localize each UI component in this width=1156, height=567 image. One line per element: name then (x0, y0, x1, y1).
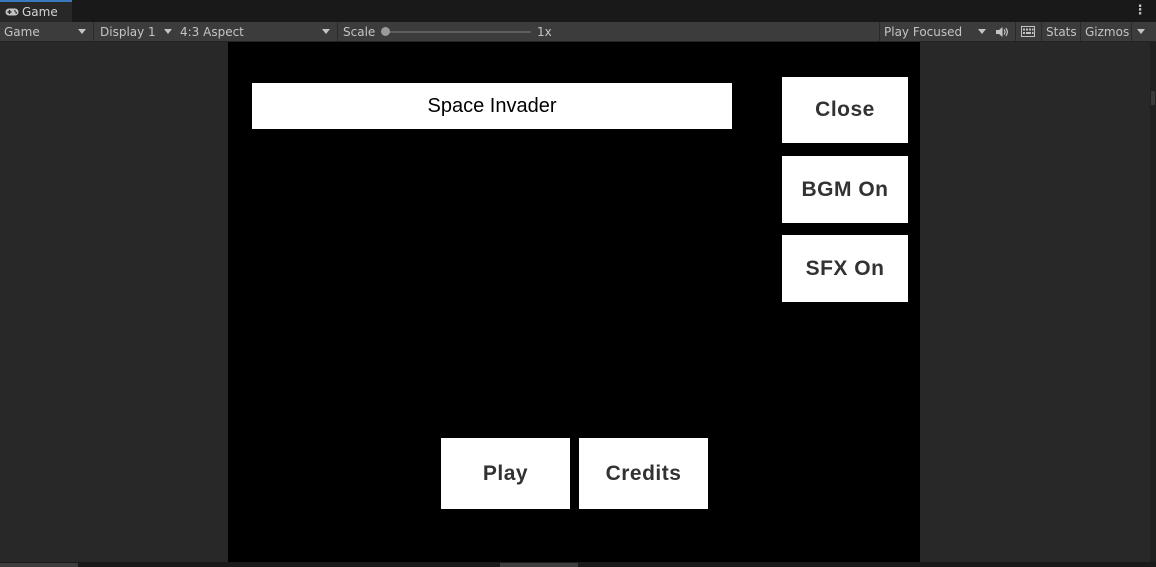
bottom-tab-strip (0, 562, 1156, 567)
game-toolbar: Game Display 1 4:3 Aspect Scale 1x Play … (0, 22, 1156, 42)
chevron-down-icon (78, 29, 86, 34)
tab-label: Game (22, 5, 58, 19)
divider (1080, 22, 1081, 41)
scale-slider-track[interactable] (385, 31, 531, 33)
bottom-tab[interactable] (500, 563, 578, 567)
game-render-area[interactable]: Space Invader Close BGM On SFX On Play C… (228, 42, 920, 562)
bottom-tab[interactable] (0, 563, 78, 567)
stats-toggle[interactable]: Stats (1046, 22, 1077, 41)
scale-slider-thumb[interactable] (381, 27, 390, 36)
gizmos-dropdown[interactable] (1133, 22, 1147, 41)
divider (93, 22, 94, 41)
close-button[interactable]: Close (782, 77, 908, 143)
keyboard-shortcuts-icon[interactable] (1021, 22, 1037, 41)
more-options-icon[interactable]: ⋮ (1134, 2, 1147, 18)
scale-value: 1x (537, 24, 552, 39)
chevron-down-icon (978, 29, 986, 34)
chevron-down-icon (1137, 29, 1145, 34)
scale-label: Scale (343, 24, 376, 39)
mute-audio-icon[interactable] (995, 22, 1011, 41)
divider (1015, 22, 1016, 41)
divider (1131, 22, 1132, 41)
gamepad-icon (5, 7, 19, 17)
play-button[interactable]: Play (441, 438, 570, 509)
scrollbar[interactable] (1150, 42, 1156, 562)
view-mode-label: Game (4, 24, 40, 39)
view-mode-dropdown[interactable]: Game (4, 22, 88, 41)
aspect-dropdown[interactable]: 4:3 Aspect (180, 22, 332, 41)
divider (1041, 22, 1042, 41)
tab-bar: Game ⋮ (0, 0, 1156, 22)
credits-button[interactable]: Credits (579, 438, 708, 509)
game-title: Space Invader (252, 83, 732, 129)
aspect-label: 4:3 Aspect (180, 24, 244, 39)
chevron-down-icon (164, 29, 172, 34)
tab-game[interactable]: Game (0, 0, 72, 22)
play-mode-label: Play Focused (884, 24, 963, 39)
gizmos-toggle[interactable]: Gizmos (1085, 22, 1129, 41)
chevron-down-icon (322, 29, 330, 34)
divider (879, 22, 880, 41)
game-viewport: Space Invader Close BGM On SFX On Play C… (0, 42, 1156, 567)
display-dropdown[interactable]: Display 1 (100, 22, 174, 41)
bgm-toggle-button[interactable]: BGM On (782, 156, 908, 223)
scrollbar-thumb[interactable] (1151, 91, 1155, 105)
divider (337, 22, 338, 41)
display-label: Display 1 (100, 24, 156, 39)
play-mode-dropdown[interactable]: Play Focused (884, 22, 988, 41)
sfx-toggle-button[interactable]: SFX On (782, 235, 908, 302)
